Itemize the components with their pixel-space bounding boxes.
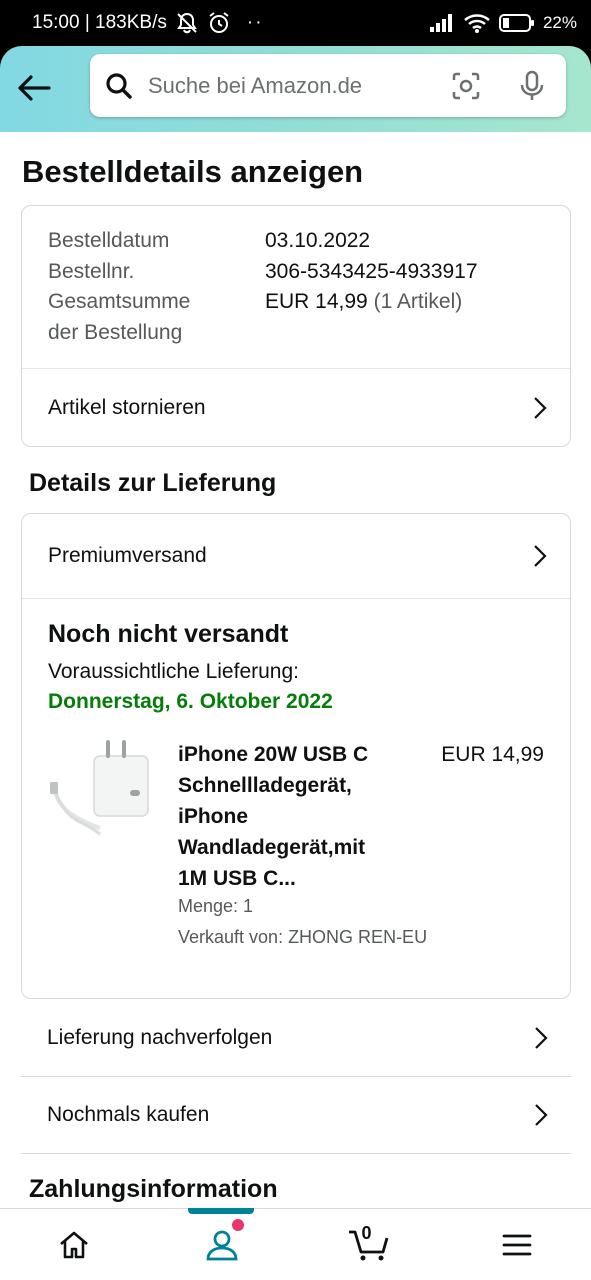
wifi-icon xyxy=(463,12,491,34)
payment-section-title: Zahlungsinformation xyxy=(29,1175,278,1203)
search-icon xyxy=(104,71,134,101)
expected-delivery-date: Donnerstag, 6. Oktober 2022 xyxy=(48,690,333,713)
delivery-section-title: Details zur Lieferung xyxy=(29,469,277,497)
signal-icon xyxy=(429,13,455,33)
user-icon xyxy=(206,1230,238,1260)
status-more: ·· xyxy=(246,12,264,33)
nav-menu[interactable] xyxy=(443,1209,591,1280)
mute-icon xyxy=(175,12,199,34)
order-total-label: Gesamtsumme der Bestellung xyxy=(48,290,191,344)
cart-count: 0 xyxy=(361,1223,372,1243)
order-date-label: Bestelldatum xyxy=(48,229,170,252)
menu-icon xyxy=(502,1234,532,1255)
camera-scan-icon[interactable] xyxy=(448,68,484,104)
product-seller: Verkauft von: ZHONG REN-EU xyxy=(178,927,428,947)
microphone-icon[interactable] xyxy=(514,68,550,104)
delivery-card: Premiumversand Noch nicht versandt Vorau… xyxy=(21,513,571,999)
order-number-label: Bestellnr. xyxy=(48,259,135,283)
order-number-value: 306-5343425-4933917 xyxy=(265,259,478,283)
track-delivery-label: Lieferung nachverfolgen xyxy=(47,1025,273,1049)
header: Suche bei Amazon.de xyxy=(0,46,591,132)
home-icon xyxy=(60,1231,88,1258)
battery-level: 22% xyxy=(542,13,577,32)
buy-again-link[interactable]: Nochmals kaufen xyxy=(21,1076,571,1153)
track-delivery-link[interactable]: Lieferung nachverfolgen xyxy=(21,999,571,1076)
expected-delivery-label: Voraussichtliche Lieferung: xyxy=(48,660,299,683)
product-title[interactable]: iPhone 20W USB C Schnellladegerät, iPhon… xyxy=(178,739,408,894)
notification-dot xyxy=(231,1219,244,1231)
product-quantity: Menge: 1 xyxy=(178,896,254,916)
arrow-left-icon xyxy=(18,75,51,101)
page-title: Bestelldetails anzeigen xyxy=(22,154,364,189)
chevron-right-icon xyxy=(531,1023,551,1053)
active-tab-indicator xyxy=(188,1208,254,1214)
chevron-right-icon xyxy=(530,541,550,571)
shipping-method-link[interactable]: Premiumversand xyxy=(22,514,570,598)
status-bar: 15:00 | 183KB/s ·· 22% xyxy=(0,0,591,46)
cancel-items-link[interactable]: Artikel stornieren xyxy=(22,369,570,447)
chevron-right-icon xyxy=(531,1100,551,1130)
status-time: 15:00 | 183KB/s xyxy=(32,12,167,33)
search-bar[interactable]: Suche bei Amazon.de xyxy=(90,54,566,117)
order-total-value: EUR 14,99 (1 Artikel) xyxy=(265,290,463,313)
order-info: Bestelldatum 03.10.2022 Bestellnr. 306-5… xyxy=(48,226,478,348)
order-date-value: 03.10.2022 xyxy=(265,229,371,252)
cancel-items-label: Artikel stornieren xyxy=(48,396,206,419)
order-summary-card: Bestelldatum 03.10.2022 Bestellnr. 306-5… xyxy=(21,205,571,447)
search-input[interactable]: Suche bei Amazon.de xyxy=(148,73,448,99)
chevron-right-icon xyxy=(530,393,550,423)
nav-account[interactable] xyxy=(148,1209,296,1280)
shipment-status: Noch nicht versandt xyxy=(48,620,289,648)
bottom-navigation: 0 xyxy=(0,1208,591,1280)
battery-icon xyxy=(498,13,535,33)
product-price: EUR 14,99 xyxy=(441,743,544,766)
buy-again-label: Nochmals kaufen xyxy=(47,1102,210,1126)
shipping-method-label: Premiumversand xyxy=(48,544,207,567)
back-button[interactable] xyxy=(14,68,54,108)
alarm-icon xyxy=(207,11,231,35)
product-image[interactable] xyxy=(48,738,158,848)
nav-home[interactable] xyxy=(0,1209,148,1280)
nav-cart[interactable]: 0 xyxy=(296,1209,444,1280)
